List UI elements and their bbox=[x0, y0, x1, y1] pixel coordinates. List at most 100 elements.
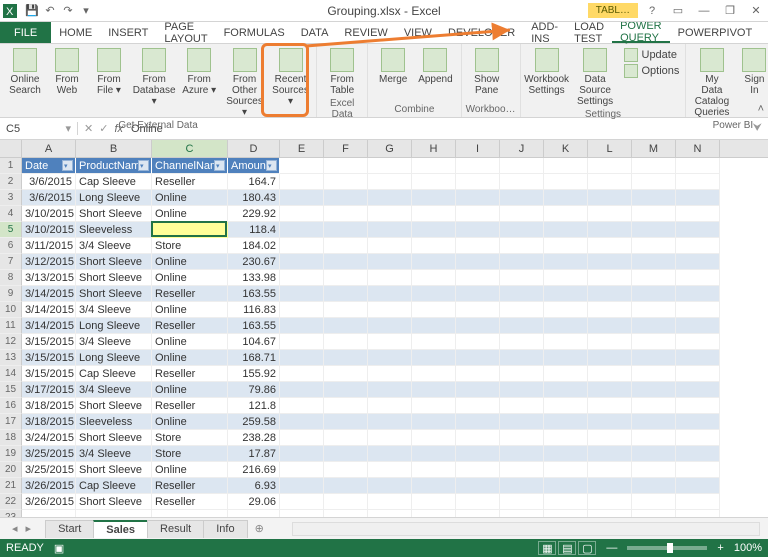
cell[interactable]: Online bbox=[152, 302, 228, 318]
cell[interactable]: 3/6/2015 bbox=[22, 190, 76, 206]
tab-powerpivot[interactable]: POWERPIVOT bbox=[670, 22, 761, 43]
cell[interactable] bbox=[676, 206, 720, 222]
cell[interactable] bbox=[544, 190, 588, 206]
cell[interactable] bbox=[368, 382, 412, 398]
cell[interactable] bbox=[412, 334, 456, 350]
cell[interactable]: Long Sleeve bbox=[76, 190, 152, 206]
cell[interactable]: 163.55 bbox=[228, 318, 280, 334]
col-header-G[interactable]: G bbox=[368, 140, 412, 157]
cell[interactable] bbox=[324, 206, 368, 222]
cell[interactable] bbox=[412, 494, 456, 510]
cell[interactable]: Online bbox=[152, 414, 228, 430]
cell[interactable] bbox=[632, 478, 676, 494]
cell[interactable] bbox=[544, 318, 588, 334]
cell[interactable] bbox=[456, 462, 500, 478]
cell[interactable] bbox=[456, 318, 500, 334]
cell[interactable] bbox=[456, 222, 500, 238]
cell[interactable] bbox=[588, 270, 632, 286]
cell[interactable] bbox=[588, 206, 632, 222]
cell[interactable] bbox=[412, 254, 456, 270]
cell[interactable] bbox=[588, 334, 632, 350]
ribbon-btn-from-other[interactable]: From Other Sources ▾ bbox=[220, 46, 269, 120]
cell[interactable] bbox=[280, 334, 324, 350]
cell[interactable] bbox=[368, 430, 412, 446]
cell[interactable] bbox=[412, 238, 456, 254]
cell[interactable] bbox=[588, 398, 632, 414]
cell[interactable] bbox=[500, 430, 544, 446]
cell[interactable] bbox=[456, 206, 500, 222]
cell[interactable]: Short Sleeve bbox=[76, 270, 152, 286]
cell[interactable] bbox=[632, 446, 676, 462]
cell[interactable] bbox=[588, 158, 632, 174]
row-header-22[interactable]: 22 bbox=[0, 494, 22, 510]
cell[interactable] bbox=[280, 238, 324, 254]
cell[interactable]: Cap Sleeve bbox=[76, 174, 152, 190]
tab-page-layout[interactable]: PAGE LAYOUT bbox=[156, 22, 215, 43]
cell[interactable]: 3/17/2015 bbox=[22, 382, 76, 398]
cell[interactable]: Short Sleeve bbox=[76, 398, 152, 414]
cell[interactable] bbox=[500, 222, 544, 238]
cell[interactable] bbox=[456, 382, 500, 398]
cell[interactable] bbox=[544, 446, 588, 462]
cell[interactable]: 3/14/2015 bbox=[22, 302, 76, 318]
ribbon-small-update[interactable]: Update bbox=[624, 48, 680, 62]
cell[interactable] bbox=[500, 350, 544, 366]
row-header-5[interactable]: 5 bbox=[0, 222, 22, 238]
sheet-tab-sales[interactable]: Sales bbox=[93, 520, 148, 538]
cell[interactable] bbox=[280, 174, 324, 190]
cell[interactable] bbox=[324, 254, 368, 270]
cell[interactable] bbox=[324, 318, 368, 334]
ribbon-btn-merge[interactable]: Merge bbox=[372, 46, 414, 87]
cell[interactable] bbox=[456, 446, 500, 462]
cell[interactable] bbox=[632, 350, 676, 366]
tab-power-query[interactable]: POWER QUERY bbox=[612, 22, 670, 43]
ribbon-small-options[interactable]: Options bbox=[624, 64, 680, 78]
cell[interactable]: Long Sleeve bbox=[76, 318, 152, 334]
cell[interactable] bbox=[456, 238, 500, 254]
row-header-15[interactable]: 15 bbox=[0, 382, 22, 398]
cell[interactable] bbox=[456, 494, 500, 510]
cell[interactable] bbox=[280, 158, 324, 174]
cell[interactable] bbox=[588, 430, 632, 446]
cell[interactable] bbox=[544, 222, 588, 238]
cell[interactable] bbox=[280, 414, 324, 430]
cell[interactable]: Reseller bbox=[152, 494, 228, 510]
row-header-17[interactable]: 17 bbox=[0, 414, 22, 430]
cell[interactable] bbox=[324, 446, 368, 462]
zoom-level[interactable]: 100% bbox=[734, 542, 762, 554]
cell[interactable]: 3/24/2015 bbox=[22, 430, 76, 446]
cell[interactable] bbox=[544, 462, 588, 478]
cell[interactable] bbox=[588, 446, 632, 462]
collapse-ribbon-icon[interactable]: ˄ bbox=[758, 103, 764, 115]
cell[interactable]: 3/10/2015 bbox=[22, 222, 76, 238]
cell[interactable] bbox=[632, 414, 676, 430]
cell[interactable] bbox=[632, 190, 676, 206]
cell[interactable] bbox=[368, 366, 412, 382]
cell[interactable] bbox=[368, 270, 412, 286]
row-header-16[interactable]: 16 bbox=[0, 398, 22, 414]
cell[interactable] bbox=[632, 366, 676, 382]
cell[interactable]: 229.92 bbox=[228, 206, 280, 222]
cell[interactable]: Short Sleeve bbox=[76, 254, 152, 270]
cell[interactable]: 118.4 bbox=[228, 222, 280, 238]
cell[interactable] bbox=[456, 190, 500, 206]
cell[interactable] bbox=[676, 446, 720, 462]
cell[interactable] bbox=[368, 206, 412, 222]
cell[interactable] bbox=[676, 286, 720, 302]
ribbon-btn-sign[interactable]: Sign In bbox=[733, 46, 768, 98]
cell[interactable] bbox=[324, 382, 368, 398]
qat-redo-icon[interactable]: ↷ bbox=[60, 3, 76, 19]
cell[interactable] bbox=[632, 334, 676, 350]
cell[interactable]: 230.67 bbox=[228, 254, 280, 270]
cell[interactable] bbox=[500, 334, 544, 350]
cell[interactable]: Reseller bbox=[152, 318, 228, 334]
cell[interactable]: 3/15/2015 bbox=[22, 334, 76, 350]
cell[interactable]: 3/11/2015 bbox=[22, 238, 76, 254]
cell[interactable]: 3/13/2015 bbox=[22, 270, 76, 286]
cell[interactable] bbox=[456, 270, 500, 286]
cell[interactable]: 3/15/2015 bbox=[22, 350, 76, 366]
cell[interactable]: Reseller bbox=[152, 478, 228, 494]
ribbon-btn-my-data[interactable]: My Data Catalog Queries bbox=[690, 46, 733, 120]
cell[interactable]: 3/14/2015 bbox=[22, 286, 76, 302]
cell[interactable] bbox=[412, 206, 456, 222]
